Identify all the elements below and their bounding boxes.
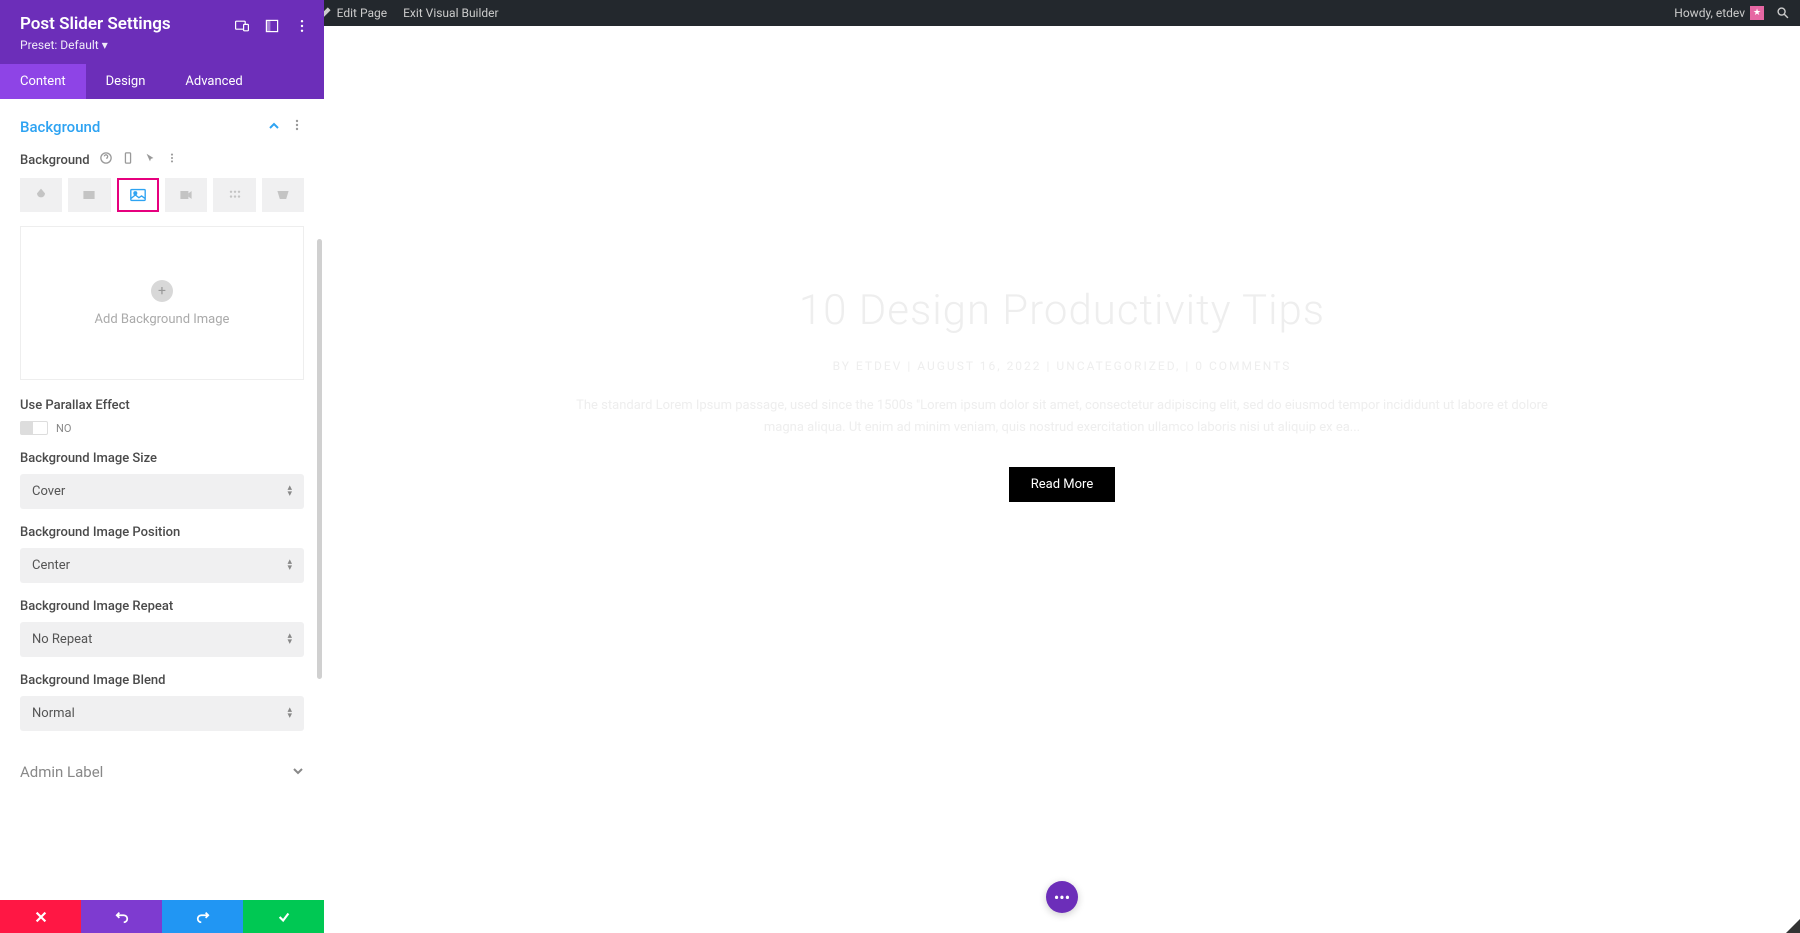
undo-button[interactable] — [81, 900, 162, 933]
expand-icon[interactable] — [264, 18, 280, 34]
admin-label-section[interactable]: Admin Label — [20, 747, 304, 789]
slide-desc: The standard Lorem Ipsum passage, used s… — [572, 395, 1552, 439]
size-label: Background Image Size — [20, 451, 304, 466]
bg-tab-video[interactable] — [165, 178, 207, 212]
search-icon — [1776, 6, 1790, 20]
size-value: Cover — [32, 484, 65, 499]
field-more-icon[interactable] — [166, 152, 178, 168]
add-icon: + — [151, 280, 173, 302]
post-slide: 10 Design Productivity Tips BY ETDEV | A… — [512, 26, 1612, 562]
position-select[interactable]: Center ▴▾ — [20, 548, 304, 583]
howdy-label: Howdy, etdev — [1674, 6, 1745, 20]
edit-page-link[interactable]: Edit Page — [318, 6, 387, 20]
select-arrows-icon: ▴▾ — [287, 560, 292, 571]
exit-vb-link[interactable]: Exit Visual Builder — [403, 6, 499, 20]
settings-sidebar: Post Slider Settings Preset: Default ▾ C… — [0, 0, 324, 933]
chevron-up-icon[interactable] — [268, 117, 280, 136]
select-arrows-icon: ▴▾ — [287, 486, 292, 497]
help-icon[interactable] — [100, 152, 112, 168]
position-value: Center — [32, 558, 70, 573]
preset-value: Default — [60, 38, 98, 52]
howdy-link[interactable]: Howdy, etdev ★ — [1674, 6, 1764, 20]
blend-value: Normal — [32, 706, 75, 721]
edit-page-label: Edit Page — [337, 6, 387, 20]
repeat-value: No Repeat — [32, 632, 92, 647]
bg-type-tabs — [20, 178, 304, 212]
phone-icon[interactable] — [122, 152, 134, 168]
section-more-icon[interactable] — [290, 117, 304, 136]
slide-meta: BY ETDEV | AUGUST 16, 2022 | UNCATEGORIZ… — [572, 359, 1552, 373]
sidebar-header: Post Slider Settings Preset: Default ▾ — [0, 0, 324, 64]
cancel-button[interactable] — [0, 900, 81, 933]
resize-handle[interactable] — [1786, 919, 1800, 933]
bg-tab-color[interactable] — [20, 178, 62, 212]
add-bg-image-dropzone[interactable]: + Add Background Image — [20, 226, 304, 380]
tab-content[interactable]: Content — [0, 64, 86, 99]
bg-tab-pattern[interactable] — [213, 178, 255, 212]
page-canvas: 10 Design Productivity Tips BY ETDEV | A… — [324, 26, 1800, 933]
redo-button[interactable] — [162, 900, 243, 933]
bg-tab-image[interactable] — [117, 178, 159, 212]
chevron-down-icon — [292, 763, 304, 781]
section-header-background[interactable]: Background — [20, 117, 304, 136]
parallax-toggle[interactable] — [20, 421, 48, 435]
more-icon[interactable] — [294, 18, 310, 34]
hover-icon[interactable] — [144, 152, 156, 168]
builder-fab[interactable]: ••• — [1046, 881, 1078, 913]
parallax-value: NO — [56, 422, 71, 435]
parallax-label: Use Parallax Effect — [20, 398, 304, 413]
repeat-label: Background Image Repeat — [20, 599, 304, 614]
read-more-button[interactable]: Read More — [1009, 467, 1115, 502]
dropzone-label: Add Background Image — [95, 312, 230, 327]
bg-tab-mask[interactable] — [262, 178, 304, 212]
slide-title: 10 Design Productivity Tips — [572, 286, 1552, 335]
repeat-select[interactable]: No Repeat ▴▾ — [20, 622, 304, 657]
chevron-down-icon: ▾ — [102, 38, 108, 52]
preset-label: Preset: — [20, 38, 57, 52]
select-arrows-icon: ▴▾ — [287, 708, 292, 719]
blend-select[interactable]: Normal ▴▾ — [20, 696, 304, 731]
exit-vb-label: Exit Visual Builder — [403, 6, 499, 20]
bg-tab-gradient[interactable] — [68, 178, 110, 212]
admin-label-title: Admin Label — [20, 763, 103, 781]
sidebar-body: Background Background + A — [0, 99, 324, 900]
section-title: Background — [20, 118, 100, 136]
save-button[interactable] — [243, 900, 324, 933]
bg-field-label: Background — [20, 153, 90, 168]
bottom-actions — [0, 900, 324, 933]
blend-label: Background Image Blend — [20, 673, 304, 688]
tab-advanced[interactable]: Advanced — [165, 64, 262, 99]
search-toggle[interactable] — [1776, 6, 1790, 20]
responsive-icon[interactable] — [234, 18, 250, 34]
tab-design[interactable]: Design — [86, 64, 166, 99]
settings-tabs: Content Design Advanced — [0, 64, 324, 99]
select-arrows-icon: ▴▾ — [287, 634, 292, 645]
scrollbar[interactable] — [317, 239, 322, 679]
position-label: Background Image Position — [20, 525, 304, 540]
preset-selector[interactable]: Preset: Default ▾ — [20, 38, 304, 52]
avatar: ★ — [1750, 6, 1764, 20]
size-select[interactable]: Cover ▴▾ — [20, 474, 304, 509]
